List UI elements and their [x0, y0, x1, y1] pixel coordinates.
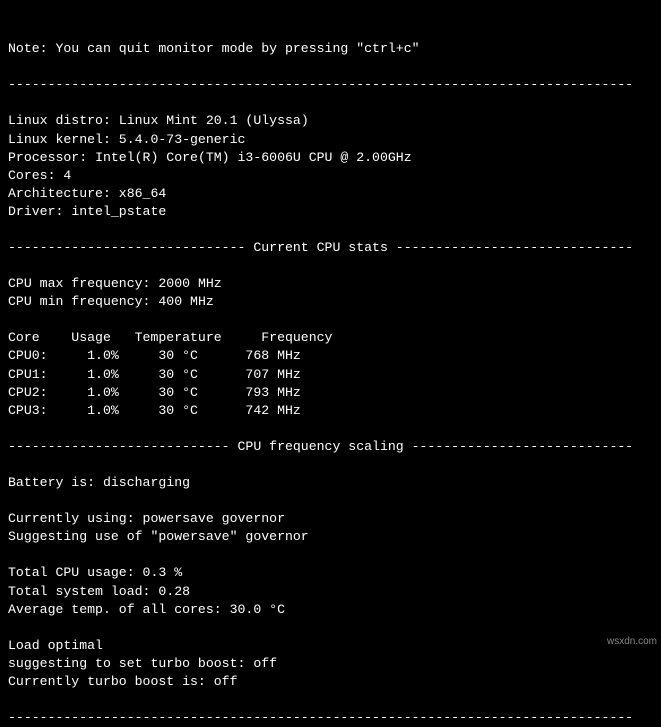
kernel-label: Linux kernel:: [8, 132, 119, 147]
avg-temp-label: Average temp. of all cores:: [8, 602, 230, 617]
driver-label: Driver:: [8, 204, 71, 219]
processor-label: Processor:: [8, 150, 95, 165]
processor-value: Intel(R) Core(TM) i3-6006U CPU @ 2.00GHz: [95, 150, 412, 165]
arch-label: Architecture:: [8, 186, 119, 201]
divider: ----------------------------------------…: [8, 77, 633, 92]
core-table-row: CPU3: 1.0% 30 °C 742 MHz: [8, 403, 301, 418]
cpu-min-label: CPU min frequency:: [8, 294, 158, 309]
cpu-max-value: 2000 MHz: [158, 276, 221, 291]
cpu-min-value: 400 MHz: [158, 294, 213, 309]
arch-value: x86_64: [119, 186, 166, 201]
core-table-row: CPU2: 1.0% 30 °C 793 MHz: [8, 385, 301, 400]
battery-value: discharging: [103, 475, 190, 490]
divider-scaling: ---------------------------- CPU frequen…: [8, 439, 633, 454]
core-table-header: Core Usage Temperature Frequency: [8, 330, 332, 345]
governor-suggest: Suggesting use of "powersave" governor: [8, 529, 309, 544]
turbo-suggest: suggesting to set turbo boost: off: [8, 656, 277, 671]
cores-value: 4: [63, 168, 71, 183]
load-status: Load optimal: [8, 638, 103, 653]
note-line: Note: You can quit monitor mode by press…: [8, 41, 420, 56]
turbo-current: Currently turbo boost is: off: [8, 674, 238, 689]
core-table-row: CPU0: 1.0% 30 °C 768 MHz: [8, 348, 301, 363]
divider: ----------------------------------------…: [8, 710, 633, 725]
divider-stats: ------------------------------ Current C…: [8, 240, 633, 255]
total-usage-value: 0.3 %: [143, 565, 183, 580]
watermark: wsxdn.com: [607, 635, 657, 649]
cpu-max-label: CPU max frequency:: [8, 276, 158, 291]
total-load-value: 0.28: [158, 584, 190, 599]
kernel-value: 5.4.0-73-generic: [119, 132, 246, 147]
distro-value: Linux Mint 20.1 (Ulyssa): [119, 113, 309, 128]
governor-current: Currently using: powersave governor: [8, 511, 285, 526]
driver-value: intel_pstate: [71, 204, 166, 219]
distro-label: Linux distro:: [8, 113, 119, 128]
avg-temp-value: 30.0 °C: [230, 602, 285, 617]
core-table-row: CPU1: 1.0% 30 °C 707 MHz: [8, 367, 301, 382]
cores-label: Cores:: [8, 168, 63, 183]
total-usage-label: Total CPU usage:: [8, 565, 143, 580]
total-load-label: Total system load:: [8, 584, 158, 599]
battery-label: Battery is:: [8, 475, 103, 490]
